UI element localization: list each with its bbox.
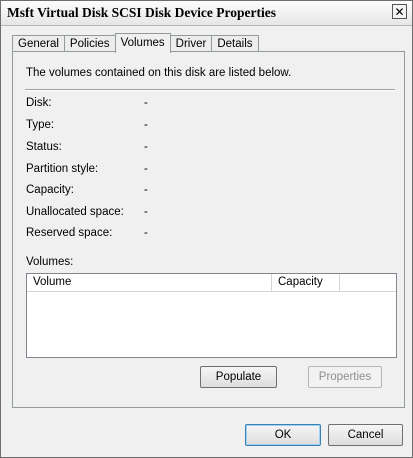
list-header: Volume Capacity bbox=[27, 274, 396, 292]
tab-driver[interactable]: Driver bbox=[169, 35, 213, 52]
disk-value: - bbox=[144, 97, 148, 109]
volumes-list[interactable]: Volume Capacity bbox=[26, 273, 397, 358]
properties-dialog: Msft Virtual Disk SCSI Disk Device Prope… bbox=[0, 0, 413, 458]
tab-volumes[interactable]: Volumes bbox=[114, 33, 171, 53]
volumes-panel: The volumes contained on this disk are l… bbox=[12, 51, 405, 408]
capacity-value: - bbox=[144, 184, 148, 196]
partition-style-value: - bbox=[144, 163, 148, 175]
reserved-space-value: - bbox=[144, 227, 148, 239]
disk-label: Disk: bbox=[26, 97, 52, 109]
column-header-volume[interactable]: Volume bbox=[27, 274, 272, 291]
tab-policies[interactable]: Policies bbox=[63, 35, 116, 52]
populate-button[interactable]: Populate bbox=[200, 366, 277, 388]
reserved-space-label: Reserved space: bbox=[26, 227, 113, 239]
close-icon: ✕ bbox=[394, 4, 405, 19]
unallocated-space-value: - bbox=[144, 206, 148, 218]
tab-general[interactable]: General bbox=[12, 35, 65, 52]
window-title: Msft Virtual Disk SCSI Disk Device Prope… bbox=[7, 5, 276, 20]
ok-button[interactable]: OK bbox=[245, 424, 321, 446]
column-header-capacity[interactable]: Capacity bbox=[272, 274, 340, 291]
title-bar[interactable]: Msft Virtual Disk SCSI Disk Device Prope… bbox=[1, 1, 412, 26]
separator bbox=[25, 89, 395, 91]
type-value: - bbox=[144, 119, 148, 131]
type-label: Type: bbox=[26, 119, 55, 131]
unallocated-space-label: Unallocated space: bbox=[26, 206, 124, 218]
status-label: Status: bbox=[26, 141, 62, 153]
close-button[interactable]: ✕ bbox=[392, 4, 407, 19]
partition-style-label: Partition style: bbox=[26, 163, 99, 175]
tab-details[interactable]: Details bbox=[211, 35, 259, 52]
capacity-label: Capacity: bbox=[26, 184, 74, 196]
properties-button[interactable]: Properties bbox=[308, 366, 382, 388]
volumes-label: Volumes: bbox=[26, 256, 74, 268]
cancel-button[interactable]: Cancel bbox=[328, 424, 403, 446]
intro-text: The volumes contained on this disk are l… bbox=[26, 67, 292, 79]
tab-strip: General Policies Volumes Driver Details bbox=[12, 32, 259, 53]
status-value: - bbox=[144, 141, 148, 153]
